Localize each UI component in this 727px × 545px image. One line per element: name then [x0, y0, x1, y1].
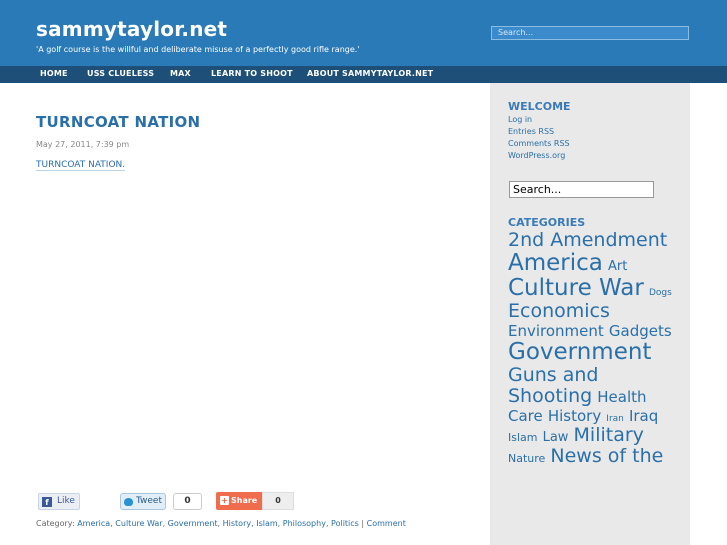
site-tagline: 'A golf course is the willful and delibe…: [36, 45, 360, 54]
nav-item-home[interactable]: HOME: [40, 69, 68, 78]
site-title[interactable]: sammytaylor.net: [36, 17, 227, 41]
category-tag[interactable]: Environment: [508, 322, 604, 340]
post-categories: Category: America, Culture War, Governme…: [36, 519, 406, 528]
category-tag[interactable]: Nature: [508, 452, 545, 465]
share-count: 0: [262, 492, 294, 510]
post-link-suffix: .: [122, 160, 126, 170]
category-link[interactable]: Islam: [256, 519, 277, 528]
footer-separator: |: [361, 519, 365, 528]
post-link-text[interactable]: TURNCOAT NATION: [36, 160, 122, 170]
tweet-label: Tweet: [136, 496, 162, 506]
category-tag-cloud: 2nd Amendment America Art Culture War Do…: [508, 230, 680, 467]
category-tag[interactable]: Culture War: [508, 275, 644, 301]
post-content-link[interactable]: TURNCOAT NATION.: [36, 160, 126, 171]
category-tag[interactable]: History: [548, 407, 601, 425]
category-link[interactable]: Government: [168, 519, 218, 528]
category-tag[interactable]: Iraq: [629, 407, 658, 425]
category-tag[interactable]: Art: [608, 259, 627, 274]
category-link[interactable]: America: [77, 519, 110, 528]
site-header: sammytaylor.net 'A golf course is the wi…: [0, 0, 727, 66]
facebook-icon: f: [42, 497, 52, 507]
tweet-button[interactable]: Tweet: [120, 493, 166, 510]
welcome-widget-title: WELCOME: [508, 100, 571, 113]
category-link[interactable]: Philosophy: [283, 519, 326, 528]
category-link[interactable]: History: [223, 519, 251, 528]
meta-link-wordpress[interactable]: WordPress.org: [508, 151, 565, 160]
share-label: Share: [231, 496, 258, 505]
category-tag[interactable]: Iran: [606, 414, 624, 424]
tweet-count: 0: [173, 493, 202, 510]
nav-item-about[interactable]: ABOUT SAMMYTAYLOR.NET: [307, 69, 433, 78]
twitter-bird-icon: [124, 498, 133, 506]
nav-item-max[interactable]: MAX: [170, 69, 191, 78]
category-link[interactable]: Culture War: [115, 519, 162, 528]
category-tag[interactable]: Military: [574, 424, 644, 446]
categories-widget-title: CATEGORIES: [508, 216, 586, 229]
category-tag[interactable]: Economics: [508, 300, 610, 322]
header-search-input[interactable]: Search...: [491, 26, 689, 40]
sidebar: WELCOME Log in Entries RSS Comments RSS …: [490, 83, 690, 545]
nav-item-uss-clueless[interactable]: USS CLUELESS: [87, 69, 154, 78]
category-link[interactable]: Politics: [331, 519, 359, 528]
comment-link[interactable]: Comment: [367, 519, 406, 528]
meta-link-entries-rss[interactable]: Entries RSS: [508, 127, 554, 136]
category-tag[interactable]: Guns and Shooting: [508, 364, 599, 407]
category-tag[interactable]: 2nd Amendment: [508, 229, 667, 251]
main-nav: HOME USS CLUELESS MAX LEARN TO SHOOT ABO…: [0, 66, 727, 83]
plus-icon: +: [220, 496, 229, 505]
like-label: Like: [57, 496, 75, 506]
sidebar-search-input[interactable]: Search...: [509, 181, 654, 198]
facebook-like-button[interactable]: f Like: [38, 493, 80, 510]
nav-item-learn-to-shoot[interactable]: LEARN TO SHOOT: [211, 69, 293, 78]
category-tag[interactable]: Law: [543, 430, 569, 445]
category-tag[interactable]: Gadgets: [609, 322, 672, 340]
category-tag[interactable]: Islam: [508, 431, 538, 444]
post-title[interactable]: TURNCOAT NATION: [36, 113, 200, 131]
category-tag[interactable]: Government: [508, 339, 651, 365]
meta-link-comments-rss[interactable]: Comments RSS: [508, 139, 570, 148]
category-tag[interactable]: News of the: [550, 445, 663, 467]
share-button[interactable]: + Share: [216, 492, 262, 510]
post-date: May 27, 2011, 7:39 pm: [36, 140, 130, 149]
category-tag[interactable]: Dogs: [649, 288, 672, 298]
category-prefix: Category:: [36, 519, 75, 528]
category-tag[interactable]: America: [508, 250, 603, 276]
meta-link-login[interactable]: Log in: [508, 115, 532, 124]
